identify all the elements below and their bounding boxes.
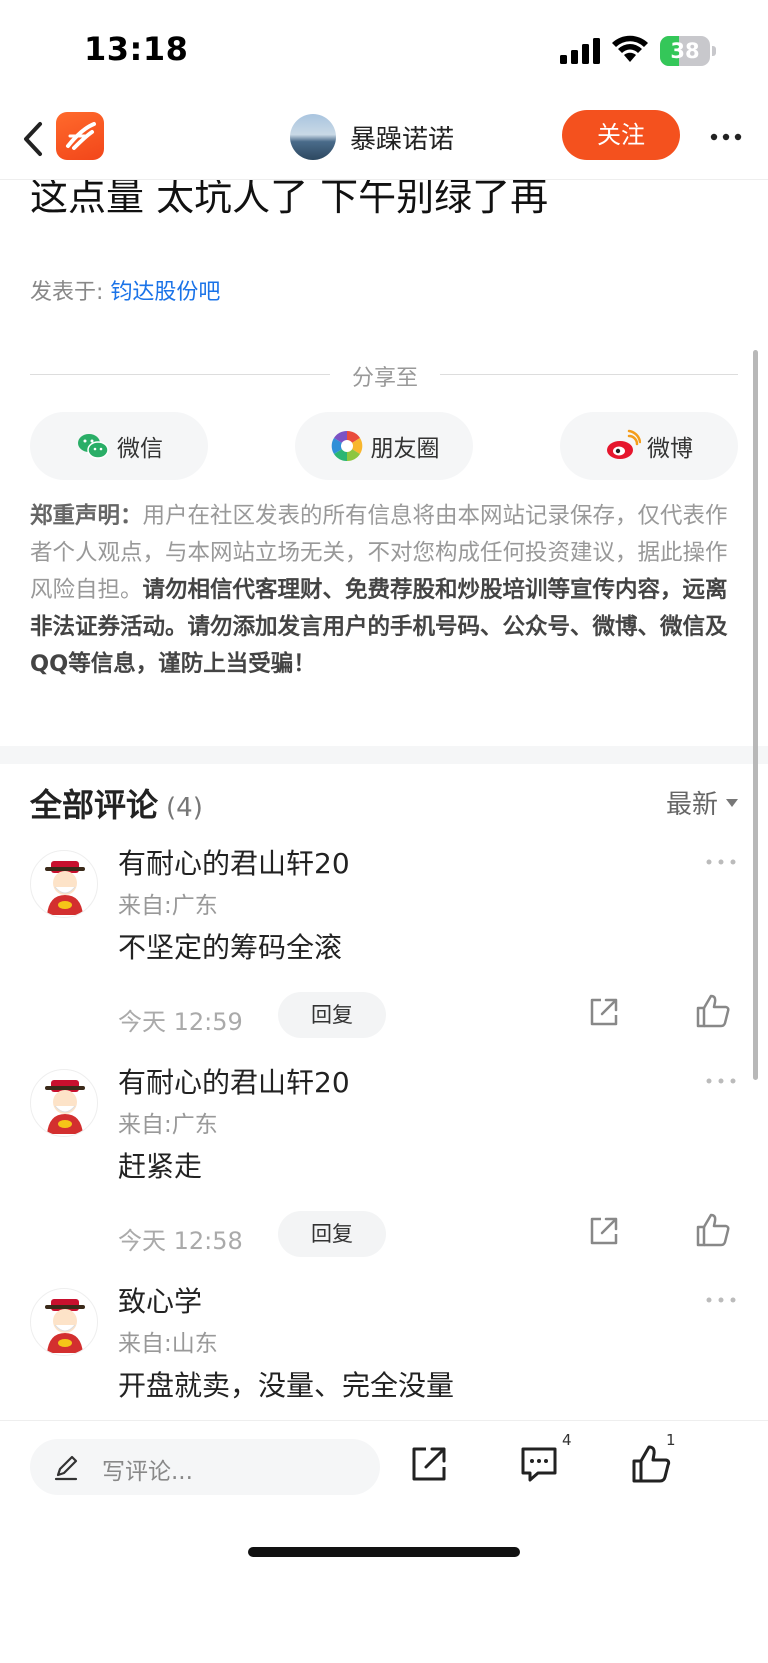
bottom-action-bar: 写评论... 4 1 — [0, 1420, 768, 1663]
comment-input-placeholder: 写评论... — [102, 1459, 193, 1485]
author-name[interactable]: 暴躁诺诺 — [350, 119, 454, 156]
commenter-name[interactable]: 有耐心的君山轩20 — [118, 1061, 350, 1101]
author-info[interactable]: 暴躁诺诺 — [290, 112, 454, 162]
commenter-avatar[interactable] — [30, 1069, 98, 1137]
share-divider: 分享至 — [30, 360, 738, 391]
commenter-location: 来自:广东 — [118, 893, 218, 919]
like-count-badge: 1 — [666, 1431, 676, 1449]
commenter-avatar[interactable] — [30, 850, 98, 918]
comment-icon[interactable] — [518, 1443, 560, 1485]
chevron-down-icon — [726, 798, 738, 807]
app-logo-icon[interactable] — [56, 112, 104, 160]
pen-icon — [54, 1455, 78, 1481]
nav-bar: 暴躁诺诺 关注 — [0, 100, 768, 180]
comment-more-icon[interactable] — [704, 856, 738, 868]
status-time: 13:18 — [84, 30, 189, 68]
commenter-location: 来自:山东 — [118, 1331, 218, 1357]
comments-title: 全部评论 (4) — [30, 780, 203, 826]
reply-button[interactable]: 回复 — [278, 992, 386, 1038]
sort-label: 最新 — [665, 790, 718, 820]
share-wechat-button[interactable]: 微信 — [30, 412, 208, 480]
comment-time: 今天 12:59 — [118, 1008, 243, 1036]
section-divider — [0, 746, 768, 764]
comment-text: 开盘就卖，没量、完全没量 — [118, 1369, 455, 1402]
disclaimer-lead: 郑重声明： — [30, 503, 143, 529]
commenter-location: 来自:广东 — [118, 1112, 218, 1138]
posted-in-label: 发表于: — [30, 280, 104, 305]
fortune-god-avatar-icon — [45, 1080, 85, 1134]
share-icon[interactable] — [586, 1213, 622, 1249]
sort-dropdown[interactable]: 最新 — [666, 784, 738, 821]
comments-header: 全部评论 (4) 最新 — [30, 778, 738, 828]
share-moments-label: 朋友圈 — [370, 436, 440, 462]
scrollbar[interactable] — [753, 350, 758, 1080]
author-avatar[interactable] — [290, 114, 336, 160]
follow-button[interactable]: 关注 — [562, 110, 680, 160]
comment-text: 不坚定的筹码全滚 — [118, 931, 343, 964]
share-moments-button[interactable]: 朋友圈 — [295, 412, 473, 480]
status-bar: 13:18 38 — [0, 0, 768, 100]
stock-bar-link[interactable]: 钧达股份吧 — [110, 280, 220, 305]
home-indicator — [248, 1547, 520, 1557]
fortune-god-avatar-icon — [45, 861, 85, 915]
comment-time: 今天 12:58 — [118, 1227, 243, 1255]
more-options-icon[interactable] — [706, 122, 746, 152]
share-label: 分享至 — [351, 366, 418, 391]
fortune-god-avatar-icon — [45, 1299, 85, 1353]
share-weibo-label: 微博 — [647, 436, 693, 462]
like-icon[interactable] — [694, 1211, 732, 1249]
comment-item: 有耐心的君山轩20 来自:广东 不坚定的筹码全滚 今天 12:59 回复 — [30, 842, 738, 1062]
share-icon[interactable] — [586, 994, 622, 1030]
comment-input[interactable]: 写评论... — [30, 1439, 380, 1495]
back-icon[interactable] — [14, 114, 54, 164]
commenter-name[interactable]: 有耐心的君山轩20 — [118, 842, 350, 882]
comment-text: 赶紧走 — [118, 1150, 203, 1183]
like-icon[interactable] — [694, 992, 732, 1030]
moments-icon — [331, 430, 362, 462]
comment-item: 有耐心的君山轩20 来自:广东 赶紧走 今天 12:58 回复 — [30, 1061, 738, 1281]
commenter-name[interactable]: 致心学 — [118, 1280, 202, 1320]
cellular-signal-icon — [560, 38, 600, 64]
reply-button[interactable]: 回复 — [278, 1211, 386, 1257]
share-weibo-button[interactable]: 微博 — [560, 412, 738, 480]
disclaimer: 郑重声明：用户在社区发表的所有信息将由本网站记录保存，仅代表作者个人观点，与本网… — [30, 498, 738, 683]
comments-title-text: 全部评论 — [30, 786, 159, 824]
posted-in: 发表于: 钧达股份吧 — [30, 274, 220, 306]
battery-level: 38 — [670, 39, 700, 63]
weibo-icon — [607, 429, 641, 459]
share-wechat-label: 微信 — [117, 436, 163, 462]
wifi-icon — [612, 35, 648, 62]
comment-count-badge: 4 — [562, 1431, 572, 1449]
like-icon[interactable] — [630, 1443, 672, 1485]
comment-more-icon[interactable] — [704, 1075, 738, 1087]
comment-more-icon[interactable] — [704, 1294, 738, 1306]
commenter-avatar[interactable] — [30, 1288, 98, 1356]
battery-icon: 38 — [660, 36, 716, 66]
comments-count: (4) — [166, 793, 203, 823]
wechat-icon — [78, 434, 109, 459]
share-icon[interactable] — [408, 1443, 450, 1485]
